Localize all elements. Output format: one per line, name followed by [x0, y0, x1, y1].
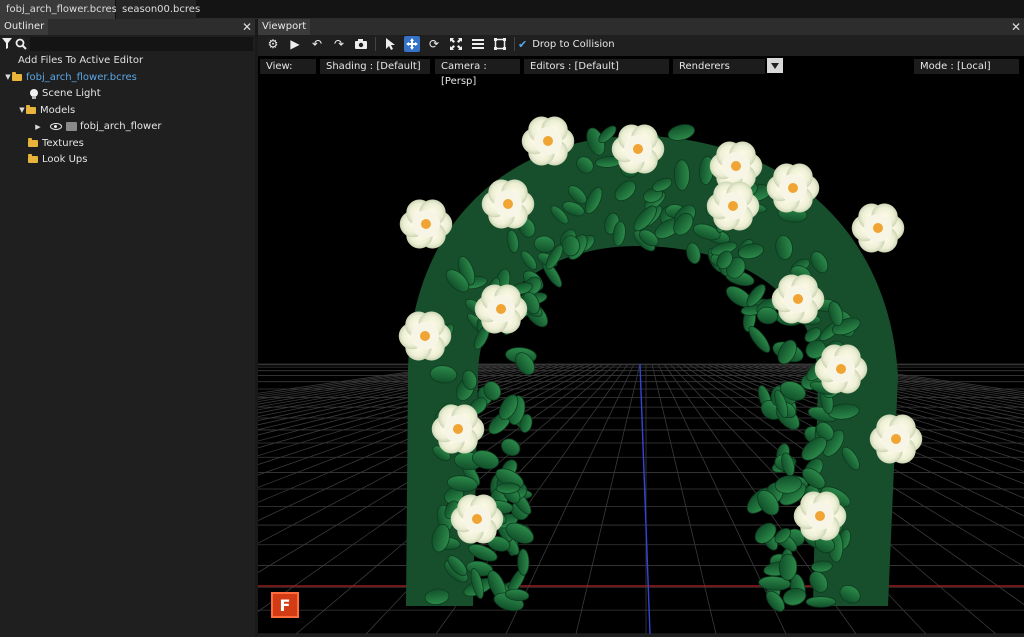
shading-dropdown[interactable]: Shading : [Default] — [320, 59, 430, 74]
play-icon[interactable]: ▶ — [284, 36, 306, 52]
model-icon — [66, 122, 77, 132]
editors-dropdown[interactable]: Editors : [Default] — [524, 59, 669, 74]
outliner-close-icon[interactable]: ✕ — [239, 19, 255, 35]
rotate-icon[interactable]: ⟳ — [423, 36, 445, 52]
toolbar-divider — [375, 37, 376, 51]
light-bulb-icon — [30, 88, 38, 99]
view-menu[interactable]: View: — [260, 59, 316, 74]
renderers-dropdown[interactable]: Renderers — [673, 59, 765, 74]
search-icon[interactable] — [15, 38, 27, 50]
tree-item-model-label: fobj_arch_flower — [80, 121, 162, 133]
folder-icon — [12, 71, 22, 81]
tree-item-scene-light[interactable]: Scene Light — [0, 86, 255, 103]
move-gizmo-icon[interactable] — [404, 36, 420, 52]
outliner-title: Outliner — [0, 19, 49, 35]
outliner-header: Outliner ✕ — [0, 19, 255, 35]
outliner-search-input[interactable] — [30, 36, 253, 51]
z-axis-line — [639, 363, 651, 634]
folder-icon — [26, 104, 36, 114]
undo-icon[interactable]: ↶ — [306, 36, 328, 52]
chevron-down-icon[interactable] — [767, 58, 783, 73]
scene-render — [258, 116, 1024, 634]
viewport-toolbar: ⚙ ▶ ↶ ↷ ⟳ ✔ Drop to Collision — [258, 35, 1024, 53]
viewport-close-icon[interactable]: ✕ — [1008, 19, 1024, 35]
file-tab-bar: fobj_arch_flower.bcres season00.bcres — [0, 0, 1024, 19]
outliner-filter-row — [0, 35, 255, 52]
frame-bounds-icon[interactable] — [489, 36, 511, 52]
camera-icon[interactable] — [350, 36, 372, 52]
tree-item-textures[interactable]: Textures — [0, 135, 255, 152]
viewport-canvas[interactable]: View: Shading : [Default] Camera : [Pers… — [258, 56, 1024, 634]
outliner-panel: Outliner ✕ Add Files To Active Editor ▼ … — [0, 19, 255, 637]
tree-item-models[interactable]: ▼ Models — [0, 102, 255, 119]
tree-item-textures-label: Textures — [42, 137, 84, 149]
settings-gear-icon[interactable]: ⚙ — [262, 36, 284, 52]
file-tab-arch-flower[interactable]: fobj_arch_flower.bcres — [0, 0, 117, 19]
file-tab-season00[interactable]: season00.bcres — [116, 0, 200, 19]
folder-icon — [28, 154, 38, 164]
viewport-header: Viewport ✕ — [258, 19, 1024, 35]
tree-item-root-label: fobj_arch_flower.bcres — [26, 71, 137, 83]
expand-right-icon[interactable]: ▶ — [34, 123, 42, 131]
add-files-button[interactable]: Add Files To Active Editor — [0, 52, 255, 69]
visibility-eye-icon[interactable] — [50, 123, 62, 131]
expand-down-icon[interactable]: ▼ — [4, 73, 12, 81]
tree-item-scene-light-label: Scene Light — [42, 88, 101, 100]
tree-item-look-ups-label: Look Ups — [42, 154, 88, 166]
mode-dropdown[interactable]: Mode : [Local] — [914, 59, 1019, 74]
toolbar-divider — [514, 37, 515, 51]
camera-dropdown[interactable]: Camera : [Persp] — [435, 59, 520, 87]
viewport-title: Viewport — [258, 19, 311, 35]
filter-icon[interactable] — [2, 38, 12, 49]
expand-down-icon[interactable]: ▼ — [18, 106, 26, 114]
redo-icon[interactable]: ↷ — [328, 36, 350, 52]
tree-item-root[interactable]: ▼ fobj_arch_flower.bcres — [0, 69, 255, 86]
align-bars-icon[interactable] — [467, 36, 489, 52]
viewport-panel: Viewport ✕ ⚙ ▶ ↶ ↷ ⟳ ✔ Drop to Collision — [258, 19, 1024, 637]
tree-item-look-ups[interactable]: Look Ups — [0, 152, 255, 169]
scale-icon[interactable] — [445, 36, 467, 52]
tree-item-model[interactable]: ▶ fobj_arch_flower — [0, 119, 255, 136]
drop-to-collision-toggle[interactable]: Drop to Collision — [532, 39, 614, 50]
tree-item-models-label: Models — [40, 104, 76, 116]
folder-icon — [28, 137, 38, 147]
focus-badge[interactable]: F — [271, 592, 299, 618]
select-arrow-icon[interactable] — [379, 36, 401, 52]
checkmark-icon[interactable]: ✔ — [518, 38, 527, 51]
flower-arch-model — [398, 116, 923, 612]
